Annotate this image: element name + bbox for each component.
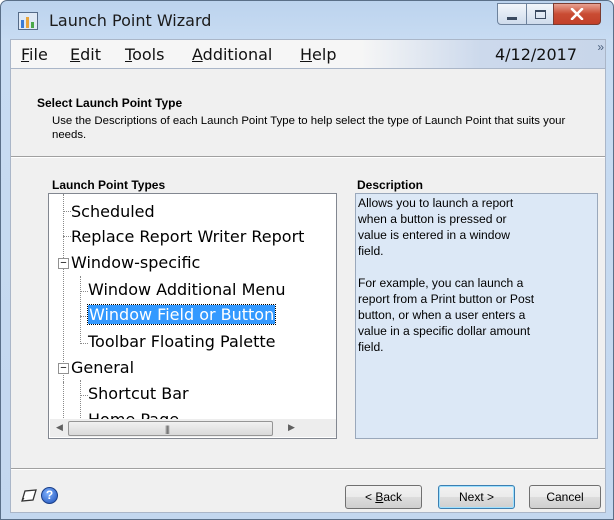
menu-tools[interactable]: Tools xyxy=(125,45,164,64)
header-divider xyxy=(11,156,605,158)
menu-additional-rest: dditional xyxy=(202,45,273,64)
menu-edit-rest: dit xyxy=(80,45,101,64)
tree-item-replace-report-writer-report[interactable]: Replace Report Writer Report xyxy=(71,227,304,246)
tree-item-window-specific[interactable]: Window-specific xyxy=(71,253,200,272)
collapse-icon[interactable]: − xyxy=(58,363,69,374)
tree-item-scheduled[interactable]: Scheduled xyxy=(71,202,155,221)
chevron-right-icon[interactable]: » xyxy=(597,40,603,54)
maximize-button[interactable] xyxy=(526,3,554,25)
tree-line xyxy=(80,291,88,292)
tree-line xyxy=(80,395,88,396)
tree-line xyxy=(80,276,81,344)
maximize-icon xyxy=(534,9,546,19)
menu-file-rest: ile xyxy=(29,45,48,64)
wizard-window: Launch Point Wizard File Edit Tools Addi… xyxy=(0,0,614,520)
menu-tools-mnemonic: T xyxy=(125,45,133,64)
scroll-left-icon[interactable]: ◀ xyxy=(56,422,63,433)
minimize-button[interactable] xyxy=(497,3,527,25)
menu-help-mnemonic: H xyxy=(300,45,313,64)
tree-line xyxy=(63,194,64,382)
back-rest: ack xyxy=(383,490,403,504)
back-button[interactable]: < Back xyxy=(345,485,422,509)
close-icon xyxy=(570,8,584,20)
description-label: Description xyxy=(357,178,424,192)
menu-bar: File Edit Tools Additional Help 4/12/201… xyxy=(10,39,606,69)
cancel-button[interactable]: Cancel xyxy=(529,485,601,509)
footer-divider xyxy=(11,468,605,470)
grip-icon: ||| xyxy=(165,424,170,434)
menu-tools-rest: ools xyxy=(132,45,165,64)
tree-item-general[interactable]: General xyxy=(71,358,134,377)
menu-help-rest: elp xyxy=(312,45,337,64)
menu-file[interactable]: File xyxy=(21,45,48,64)
tree-line xyxy=(80,316,88,317)
menu-file-mnemonic: F xyxy=(21,45,30,64)
next-button[interactable]: Next > xyxy=(438,485,515,509)
tree-item-toolbar-floating-palette[interactable]: Toolbar Floating Palette xyxy=(88,332,275,351)
user-date[interactable]: 4/12/2017 xyxy=(495,45,577,64)
scroll-right-icon[interactable]: ▶ xyxy=(288,422,295,433)
tree-line xyxy=(63,382,64,422)
launch-point-tree[interactable]: Scheduled Replace Report Writer Report −… xyxy=(48,193,337,439)
tree-item-window-additional-menu[interactable]: Window Additional Menu xyxy=(88,280,286,299)
tree-item-shortcut-bar[interactable]: Shortcut Bar xyxy=(88,384,189,403)
tree-line xyxy=(63,236,71,237)
menu-help[interactable]: Help xyxy=(300,45,336,64)
window-title: Launch Point Wizard xyxy=(49,11,212,30)
collapse-icon[interactable]: − xyxy=(58,258,69,269)
close-button[interactable] xyxy=(553,3,601,25)
tree-label: Launch Point Types xyxy=(52,178,166,192)
page-title: Select Launch Point Type xyxy=(37,96,183,110)
title-bar[interactable]: Launch Point Wizard xyxy=(1,1,613,37)
tree-line xyxy=(80,380,81,420)
help-icon[interactable]: ? xyxy=(41,487,58,504)
app-icon xyxy=(18,12,38,30)
tree-line xyxy=(80,343,88,344)
back-prefix: < xyxy=(364,490,376,504)
menu-additional-mnemonic: A xyxy=(192,45,203,64)
menu-edit-mnemonic: E xyxy=(70,45,81,64)
page-description: Use the Descriptions of each Launch Poin… xyxy=(52,115,566,141)
minimize-icon xyxy=(507,16,517,20)
description-text: Allows you to launch a report when a but… xyxy=(358,196,535,354)
tree-horizontal-scrollbar[interactable]: ◀ ||| ▶ xyxy=(50,419,336,437)
note-icon[interactable] xyxy=(20,488,38,503)
menu-additional[interactable]: Additional xyxy=(192,45,272,64)
tree-line xyxy=(63,211,71,212)
description-box: Allows you to launch a report when a but… xyxy=(355,193,598,439)
horizontal-scroll-thumb[interactable]: ||| xyxy=(68,421,273,436)
tree-item-window-field-or-button[interactable]: Window Field or Button xyxy=(86,304,277,325)
menu-edit[interactable]: Edit xyxy=(70,45,101,64)
